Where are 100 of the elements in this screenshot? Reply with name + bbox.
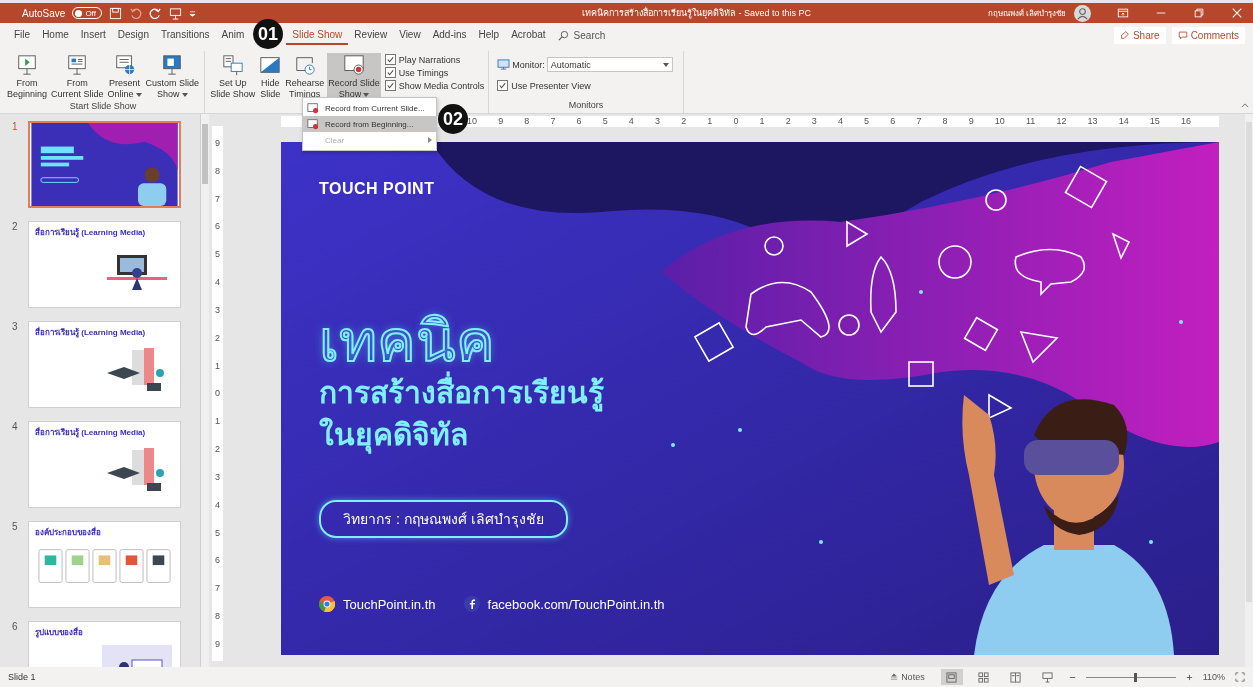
autosave-label: AutoSave (22, 7, 66, 19)
redo-icon[interactable] (148, 6, 162, 20)
thumbnail-title: สื่อการเรียนรู้ (Learning Media) (34, 426, 147, 439)
ribbon-button[interactable]: From Beginning (6, 53, 49, 101)
zoom-in-icon[interactable] (1185, 673, 1193, 681)
ruler-number: 14 (1118, 116, 1129, 127)
slide-thumbnail[interactable]: สื่อการเรียนรู้ (Learning Media) (28, 421, 181, 508)
ribbon-tab[interactable]: Slide Show (286, 25, 349, 45)
ribbon-tab[interactable]: File (8, 24, 37, 46)
ruler-number: 4 (628, 116, 634, 127)
ribbon-tab[interactable]: Add-ins (426, 24, 473, 46)
view-button[interactable] (940, 669, 963, 685)
search-field[interactable]: Search (557, 29, 606, 41)
share-icon (1119, 30, 1130, 40)
zoom-level[interactable]: 110% (1202, 672, 1225, 682)
undo-icon[interactable] (128, 6, 142, 20)
speaker-pill: วิทยากร : กฤษณพงศ์ เลิศบำรุงชัย (319, 500, 568, 538)
checkbox[interactable] (384, 54, 396, 65)
restore-icon[interactable] (1193, 7, 1205, 19)
ruler-number: 4 (837, 116, 843, 127)
window-title: เทคนิคการสร้างสื่อการเรียนรู้ในยุคดิจิทัล - Saved to this PC (581, 6, 813, 20)
scrollbar[interactable] (200, 114, 209, 667)
ruler-number: 6 (215, 221, 220, 232)
ribbon-tab[interactable]: Insert (74, 24, 112, 46)
checkbox[interactable] (384, 80, 396, 91)
ruler-number: 8 (215, 611, 220, 622)
ruler-number: 1 (215, 360, 220, 371)
ruler-number: 1 (759, 116, 765, 127)
scrollbar[interactable] (1245, 114, 1253, 667)
ribbon-button[interactable]: From Current Slide (50, 53, 105, 101)
thumbnail-title: สื่อการเรียนรู้ (Learning Media) (34, 326, 147, 339)
ruler-number: 2 (681, 116, 687, 127)
ruler-number: 10 (994, 116, 1005, 127)
slide-headline: เทคนิค (319, 310, 495, 372)
ruler-number: 0 (215, 388, 220, 399)
notes-icon (890, 673, 899, 681)
ruler-number: 10 (467, 116, 477, 127)
notes-button[interactable]: Notes (890, 672, 925, 682)
ribbon-button[interactable]: Present Online (106, 53, 143, 101)
slide-link-text: TouchPoint.in.th (343, 596, 436, 612)
slide-number: 2 (11, 221, 19, 232)
ruler-number: 8 (942, 116, 948, 127)
share-button[interactable]: Share (1113, 26, 1166, 44)
ruler-number: 3 (811, 116, 817, 127)
fit-to-window-icon[interactable] (1235, 672, 1245, 682)
ruler-number: 6 (215, 555, 220, 566)
thumbnail-title: สื่อการเรียนรู้ (Learning Media) (34, 226, 147, 239)
ruler-number: 5 (864, 116, 870, 127)
ruler-number: 1 (215, 416, 220, 427)
ruler-number: 2 (215, 332, 220, 343)
ribbon-tab[interactable]: Help (472, 24, 506, 46)
ribbon-button[interactable]: Rehearse Timings (284, 53, 326, 101)
avatar-icon[interactable] (1074, 4, 1091, 22)
presentation-icon[interactable] (168, 6, 182, 20)
checkbox-label: Use Presenter View (511, 80, 591, 91)
search-icon (557, 29, 569, 41)
ribbon-tab[interactable]: Design (111, 24, 155, 46)
ribbon-tab[interactable]: View (393, 24, 427, 46)
ribbon-button[interactable]: Hide Slide (258, 53, 283, 101)
ribbon-tab[interactable]: Transitions (154, 24, 216, 46)
slide-command-icon (342, 54, 365, 76)
comments-button[interactable]: Comments (1171, 26, 1245, 44)
facebook-icon (463, 596, 480, 612)
menu-item[interactable]: Record from Current Slide... (303, 100, 436, 116)
slide-number: 4 (11, 421, 19, 432)
ribbon-button[interactable]: Set Up Slide Show (209, 53, 257, 101)
monitor-icon (497, 59, 511, 70)
ribbon-tab[interactable]: Anim (215, 24, 251, 46)
caret-icon (662, 62, 669, 67)
slide-thumbnail[interactable]: สื่อการเรียนรู้ (Learning Media) (28, 221, 181, 308)
close-icon[interactable] (1231, 7, 1243, 19)
ruler-number: 3 (215, 304, 220, 315)
collapse-ribbon-icon[interactable] (1241, 103, 1249, 108)
slide-thumbnail[interactable]: รูปแบบของสื่อ (28, 621, 181, 667)
ruler-number: 9 (968, 116, 974, 127)
ribbon-tab[interactable]: Home (36, 24, 75, 46)
menu-item[interactable]: Record from Beginning... (303, 116, 436, 132)
monitor-dropdown[interactable]: Automatic (546, 57, 673, 72)
slide-number: 5 (11, 521, 19, 532)
checkbox[interactable] (497, 80, 509, 91)
ruler-number: 7 (916, 116, 922, 127)
ruler-number: 3 (655, 116, 660, 127)
ruler-number: 1 (707, 116, 713, 127)
customize-caret-icon[interactable] (188, 9, 196, 17)
ribbon-tab[interactable]: Acrobat (505, 24, 552, 46)
save-icon[interactable] (108, 6, 122, 20)
ribbon-button[interactable]: Custom Slide Show (144, 53, 201, 101)
ribbon-tab[interactable]: Review (348, 24, 394, 46)
slide-thumbnail[interactable]: สื่อการเรียนรู้ (Learning Media) (28, 321, 181, 408)
slide-command-icon (16, 54, 38, 76)
checkbox[interactable] (384, 67, 396, 78)
ruler-number: 5 (602, 116, 608, 127)
ribbon-display-icon[interactable] (1117, 7, 1129, 19)
monitor-label: Monitor: (512, 59, 545, 70)
view-mode-icon (978, 671, 990, 683)
slide-thumbnail[interactable]: องค์ประกอบของสื่อ (28, 521, 181, 608)
ruler-number: 7 (550, 116, 556, 127)
ruler-number: 5 (215, 527, 220, 538)
ruler-number: 15 (1149, 116, 1160, 127)
thumbnail-title: องค์ประกอบของสื่อ (34, 526, 102, 539)
